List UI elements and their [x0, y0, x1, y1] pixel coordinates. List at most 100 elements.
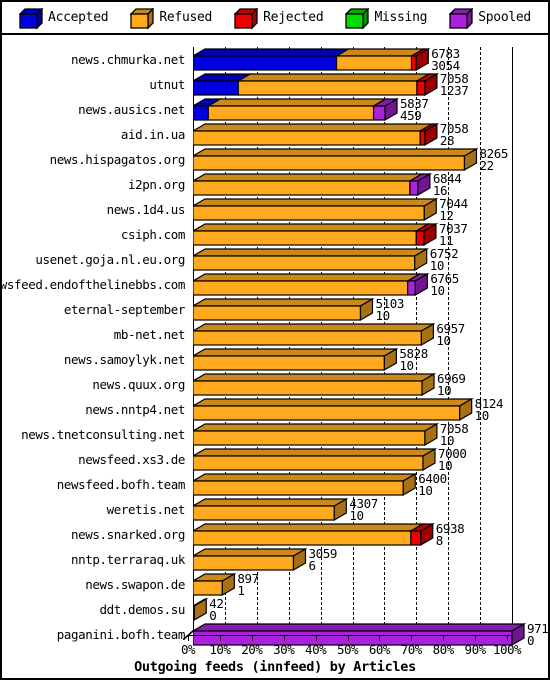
- x-tick-50: [347, 635, 349, 641]
- x-tick-label: 50%: [336, 642, 359, 657]
- row-label: usenet.goja.nl.eu.org: [35, 252, 185, 267]
- bar-3d: [193, 322, 436, 347]
- chart-row: aid.in.ua 7058 28: [2, 121, 548, 148]
- chart-row: utnut 7058 1237: [2, 71, 548, 98]
- chart-row: usenet.goja.nl.eu.org 6752 10: [2, 246, 548, 273]
- chart-frame: Accepted Refused Rejected Missing Spooled ne…: [0, 0, 550, 680]
- bar-3d: [193, 347, 399, 372]
- row-value-secondary: 22: [479, 158, 494, 173]
- x-tick-100: [507, 635, 508, 641]
- row-value-secondary: 1237: [439, 83, 469, 98]
- chart-row: newsfeed.xs3.de 7000 10: [2, 446, 548, 473]
- chart-row: newsfeed.bofh.team 6400 10: [2, 471, 548, 498]
- x-tick-label: 100%: [492, 642, 522, 657]
- x-tick-90: [475, 635, 477, 641]
- x-tick-10: [219, 635, 221, 641]
- bar-3d: [193, 597, 209, 622]
- bar-3d: [193, 222, 438, 247]
- x-tick-label: 80%: [432, 642, 455, 657]
- x-tick-0: [188, 635, 189, 641]
- row-label: newsfeed.xs3.de: [78, 452, 185, 467]
- bar-3d: [193, 122, 439, 147]
- bar-3d: [193, 297, 375, 322]
- chart-row: news.chmurka.net 6783 3054: [2, 46, 548, 73]
- x-tick-80: [443, 635, 445, 641]
- plot-area: news.chmurka.net 6783 3054 utnut 7058 1237 new…: [0, 35, 550, 678]
- row-label: news.1d4.us: [106, 202, 186, 217]
- row-value-secondary: 10: [349, 508, 364, 523]
- row-label: csiph.com: [120, 227, 186, 242]
- chart-row: nntp.terraraq.uk 3059 6: [2, 546, 548, 573]
- x-tick-30: [283, 635, 285, 641]
- x-tick-70: [411, 635, 413, 641]
- row-value-secondary: 10: [399, 358, 414, 373]
- row-label: news.tnetconsulting.net: [21, 427, 185, 442]
- chart-row: news.snarked.org 6938 8: [2, 521, 548, 548]
- chart-row: news.samoylyk.net 5828 10: [2, 346, 548, 373]
- chart-row: i2pn.org 6844 16: [2, 171, 548, 198]
- x-tick-label: 70%: [400, 642, 423, 657]
- bar-3d: [193, 572, 237, 597]
- bar-3d: [193, 372, 437, 397]
- chart-row: mb-net.net 6957 10: [2, 321, 548, 348]
- x-axis-title: Outgoing feeds (innfeed) by Articles: [134, 659, 416, 675]
- row-value-secondary: 10: [418, 483, 433, 498]
- bar-3d: [193, 272, 430, 297]
- chart-row: news.quux.org 6969 10: [2, 371, 548, 398]
- row-label: news.chmurka.net: [70, 52, 185, 67]
- row-value-secondary: 8: [435, 533, 444, 548]
- chart-row: eternal-september 5103 10: [2, 296, 548, 323]
- chart-row: weretis.net 4307 10: [2, 496, 548, 523]
- row-value-secondary: 10: [430, 283, 445, 298]
- x-tick-label: 90%: [464, 642, 487, 657]
- chart-row: ddt.demos.su 42 0: [2, 596, 548, 623]
- legend-item-accepted: Accepted: [18, 6, 109, 30]
- bar-3d: [193, 172, 432, 197]
- x-tick-40: [315, 635, 317, 641]
- x-tick-label: 20%: [241, 642, 263, 657]
- row-label: i2pn.org: [127, 177, 185, 192]
- row-value-secondary: 28: [439, 133, 455, 148]
- row-label: mb-net.net: [113, 327, 186, 342]
- x-tick-label: 40%: [305, 642, 327, 657]
- bar-3d: [193, 97, 400, 122]
- row-label: eternal-september: [63, 302, 186, 317]
- row-label: news.quux.org: [92, 377, 185, 392]
- row-label: aid.in.ua: [120, 127, 186, 142]
- legend-item-spooled: Spooled: [448, 6, 531, 30]
- row-value-secondary: 10: [437, 383, 452, 398]
- x-tick-label: 0%: [180, 642, 196, 657]
- chart-row: newsfeed.endofthelinebbs.com 6765 10: [0, 271, 548, 298]
- row-label: news.nntp4.net: [85, 402, 185, 417]
- row-label: news.hispagatos.org: [49, 152, 186, 167]
- legend-item-rejected: Rejected: [233, 6, 324, 30]
- rejected-swatch-icon: [233, 6, 259, 30]
- chart-row: news.1d4.us 7044 12: [2, 196, 548, 223]
- bar-3d: [193, 472, 418, 497]
- x-tick-label: 10%: [209, 642, 231, 657]
- row-value-secondary: 459: [400, 108, 422, 123]
- bar-3d: [193, 247, 429, 272]
- bar-rows: news.chmurka.net 6783 3054 utnut 7058 1237 new…: [0, 35, 550, 648]
- chart-row: news.ausics.net 5837 459: [2, 96, 548, 123]
- row-label: weretis.net: [106, 502, 186, 517]
- chart-row: news.nntp4.net 8124 10: [2, 396, 548, 423]
- bar-3d: [193, 422, 439, 447]
- row-value-secondary: 6: [308, 558, 316, 573]
- row-value-secondary: 0: [209, 608, 217, 623]
- row-label: news.ausics.net: [78, 102, 185, 117]
- bar-3d: [193, 47, 431, 72]
- row-label: newsfeed.bofh.team: [56, 477, 186, 492]
- legend-label-spooled: Spooled: [478, 10, 531, 25]
- row-value-secondary: 10: [474, 408, 490, 423]
- row-label: nntp.terraraq.uk: [70, 552, 185, 567]
- bar-3d: [193, 497, 349, 522]
- bar-3d: [193, 147, 479, 172]
- row-value-secondary: 1: [237, 583, 245, 598]
- x-tick-20: [251, 635, 253, 641]
- bar-3d: [193, 197, 439, 222]
- row-label: news.snarked.org: [70, 527, 185, 542]
- row-label: news.samoylyk.net: [63, 352, 186, 367]
- legend-label-rejected: Rejected: [263, 10, 324, 25]
- chart-row: news.hispagatos.org 8265 22: [2, 146, 548, 173]
